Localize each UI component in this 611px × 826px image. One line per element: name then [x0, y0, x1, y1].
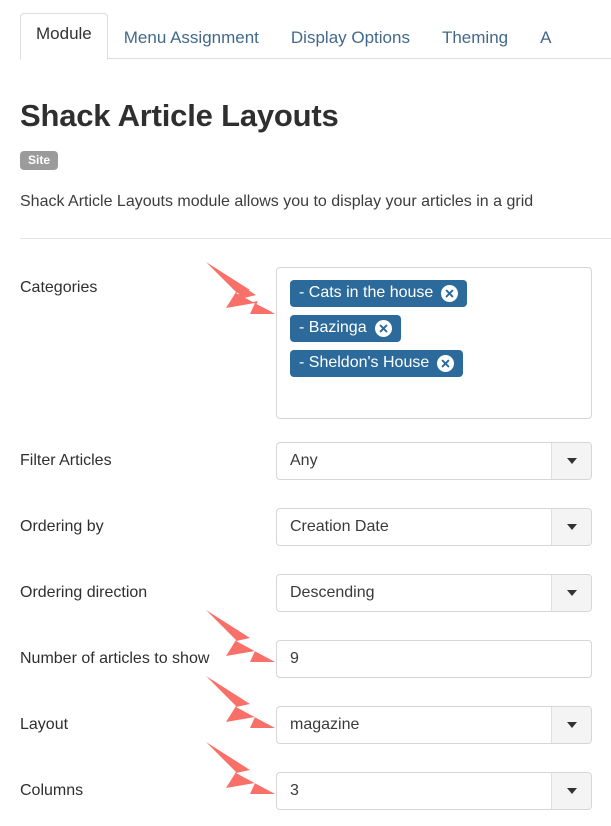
filter-articles-value: Any — [290, 453, 318, 469]
form-row-ordering-by: Ordering by Creation Date — [0, 494, 611, 560]
columns-value: 3 — [290, 783, 299, 799]
label-ordering-by: Ordering by — [20, 518, 104, 535]
number-of-articles-value: 9 — [290, 651, 299, 667]
status-badge: Site — [20, 151, 59, 170]
chevron-down-icon[interactable] — [551, 773, 591, 809]
tab-display-options[interactable]: Display Options — [275, 17, 426, 60]
form-row-categories: Categories - Cats in the house - Bazinga — [0, 258, 611, 428]
remove-icon[interactable] — [441, 284, 459, 302]
module-description: Shack Article Layouts module allows you … — [20, 193, 534, 210]
module-settings-form: Categories - Cats in the house - Bazinga — [0, 258, 611, 824]
label-number-of-articles: Number of articles to show — [20, 650, 210, 667]
chevron-down-icon[interactable] — [551, 443, 591, 479]
tab-theming-label: Theming — [441, 28, 509, 47]
label-ordering-direction: Ordering direction — [20, 584, 148, 601]
tag-row: - Cats in the house — [290, 280, 591, 315]
layout-value: magazine — [290, 717, 360, 733]
remove-icon[interactable] — [374, 319, 392, 337]
chevron-down-icon[interactable] — [551, 575, 591, 611]
chevron-down-icon[interactable] — [551, 707, 591, 743]
form-row-number-of-articles: Number of articles to show 9 — [0, 626, 611, 692]
form-row-columns: Columns 3 — [0, 758, 611, 824]
ordering-direction-select[interactable]: Descending — [276, 574, 592, 612]
form-row-ordering-direction: Ordering direction Descending — [0, 560, 611, 626]
section-divider — [20, 238, 611, 239]
categories-multiselect[interactable]: - Cats in the house - Bazinga - Sheldon'… — [276, 267, 592, 419]
tab-advanced-clipped[interactable]: A — [524, 17, 567, 60]
tab-advanced-clipped-label: A — [540, 28, 552, 47]
label-filter-articles: Filter Articles — [20, 452, 112, 469]
tab-list: Module Menu Assignment Display Options T… — [20, 13, 567, 60]
ordering-by-select[interactable]: Creation Date — [276, 508, 592, 546]
tag-row: - Bazinga — [290, 315, 591, 350]
number-of-articles-input[interactable]: 9 — [276, 640, 592, 678]
ordering-by-value: Creation Date — [290, 519, 389, 535]
tag-row: - Sheldon's House — [290, 350, 591, 385]
category-tag-label: - Bazinga — [299, 319, 367, 336]
layout-select[interactable]: magazine — [276, 706, 592, 744]
category-tag-label: - Sheldon's House — [299, 354, 430, 371]
category-tag-label: - Cats in the house — [299, 284, 434, 301]
form-row-filter-articles: Filter Articles Any — [0, 428, 611, 494]
tab-menu-assignment[interactable]: Menu Assignment — [108, 17, 275, 60]
tab-module[interactable]: Module — [20, 13, 108, 60]
page-title: Shack Article Layouts — [20, 98, 339, 133]
form-row-layout: Layout magazine — [0, 692, 611, 758]
label-layout: Layout — [20, 716, 69, 733]
tab-menu-assignment-label: Menu Assignment — [123, 28, 259, 47]
tab-bar: Module Menu Assignment Display Options T… — [0, 0, 611, 60]
tab-module-label: Module — [36, 24, 92, 43]
label-columns: Columns — [20, 782, 84, 799]
category-tag[interactable]: - Bazinga — [290, 315, 401, 342]
category-tag[interactable]: - Cats in the house — [290, 280, 468, 307]
tab-display-options-label: Display Options — [290, 28, 410, 47]
filter-articles-select[interactable]: Any — [276, 442, 592, 480]
category-tag[interactable]: - Sheldon's House — [290, 350, 464, 377]
label-categories: Categories — [20, 279, 98, 296]
chevron-down-icon[interactable] — [551, 509, 591, 545]
ordering-direction-value: Descending — [290, 585, 375, 601]
remove-icon[interactable] — [437, 354, 455, 372]
tab-theming[interactable]: Theming — [426, 17, 524, 60]
columns-select[interactable]: 3 — [276, 772, 592, 810]
